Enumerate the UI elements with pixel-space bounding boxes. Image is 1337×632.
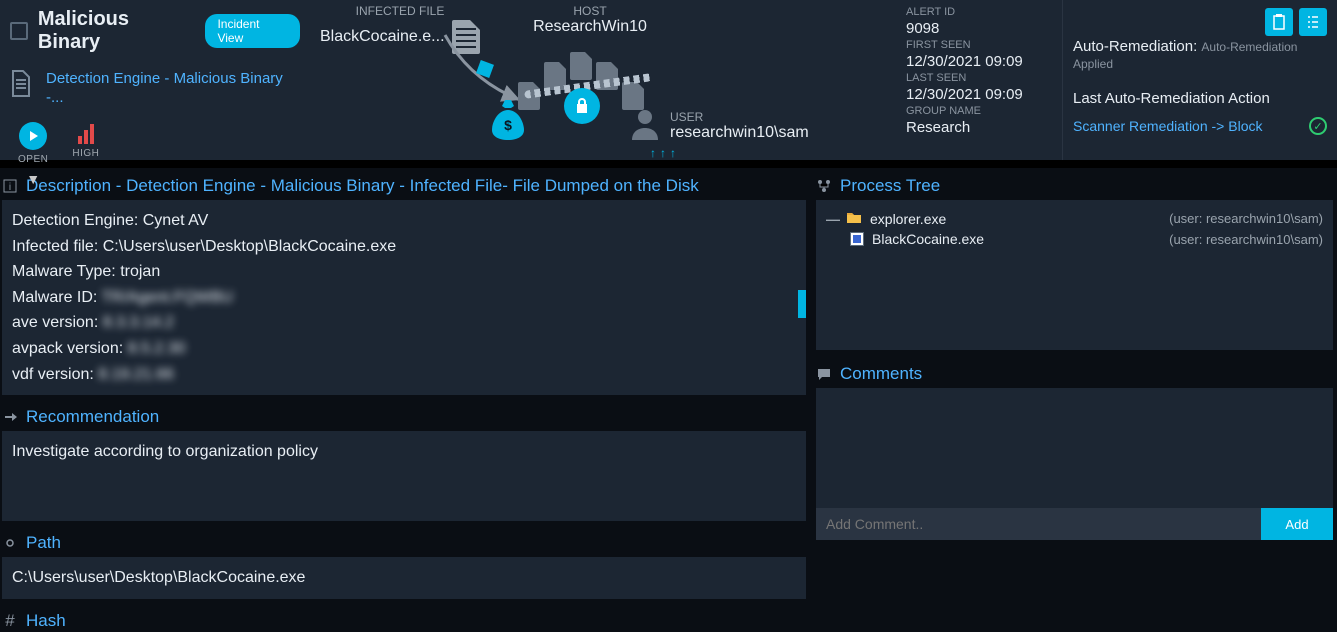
user-node[interactable]: USER researchwin10\sam: [630, 108, 850, 143]
file-name: BlackCocaine.e...: [320, 28, 445, 46]
select-checkbox[interactable]: [10, 22, 28, 40]
remediation-panel: Auto-Remediation: Auto-Remediation Appli…: [1062, 0, 1337, 160]
remediation-title: Auto-Remediation: Auto-Remediation Appli…: [1073, 38, 1327, 72]
group-value: Research: [906, 119, 1058, 136]
desc-line: vdf version:: [12, 366, 94, 383]
desc-line: ave version:: [12, 314, 98, 331]
process-name: explorer.exe: [870, 211, 946, 227]
collapse-toggle[interactable]: —: [826, 211, 838, 227]
play-button[interactable]: [19, 122, 47, 150]
host-name: ResearchWin10: [510, 18, 670, 36]
recommendation-text: Investigate according to organization po…: [12, 439, 796, 465]
details-column: i Description - Detection Engine - Malic…: [0, 168, 810, 632]
user-label: USER: [670, 110, 809, 124]
host-label: HOST: [510, 4, 670, 18]
alert-meta: ALERT ID 9098 FIRST SEEN 12/30/2021 09:0…: [902, 0, 1062, 160]
link-icon: [2, 536, 18, 550]
comments-panel: Comments Add: [816, 362, 1333, 540]
path-title: Path: [26, 533, 61, 553]
last-seen-label: LAST SEEN: [906, 72, 1058, 84]
list-button[interactable]: [1299, 8, 1327, 36]
lock-icon: [564, 88, 600, 124]
relationship-graph: INFECTED FILE BlackCocaine.e... HOST Res…: [310, 0, 902, 160]
comment-icon: [816, 367, 832, 381]
process-tree-title: Process Tree: [840, 176, 940, 196]
alert-title: Malicious Binary: [38, 8, 196, 54]
path-panel: Path C:\Users\user\Desktop\BlackCocaine.…: [2, 531, 806, 599]
user-name: researchwin10\sam: [670, 124, 809, 142]
hash-panel: # Hash 41F533F7B8F83E5F0D67E90C7B38D1FDC…: [2, 609, 806, 632]
document-icon: [10, 70, 32, 101]
group-label: GROUP NAME: [906, 105, 1058, 117]
chevron-down-icon[interactable]: ▼: [26, 171, 40, 187]
status-label: OPEN: [18, 154, 48, 165]
header-left: Malicious Binary Incident View Detection…: [0, 0, 310, 160]
desc-line: Malware ID:: [12, 289, 97, 306]
clipboard-button[interactable]: [1265, 8, 1293, 36]
process-name: BlackCocaine.exe: [872, 231, 984, 247]
path-body: C:\Users\user\Desktop\BlackCocaine.exe: [2, 557, 806, 599]
file-label: INFECTED FILE: [320, 4, 480, 18]
hash-icon: #: [2, 611, 18, 631]
alert-id-value: 9098: [906, 20, 1058, 37]
folder-icon: [846, 210, 862, 227]
severity-icon: [78, 122, 94, 144]
side-column: Process Tree — explorer.exe (user: resea…: [810, 168, 1337, 632]
recommendation-body: Investigate according to organization po…: [2, 431, 806, 521]
desc-line: Infected file: C:\Users\user\Desktop\Bla…: [12, 234, 796, 260]
remediation-link[interactable]: Scanner Remediation -> Block ✓: [1073, 117, 1327, 135]
tree-icon: [816, 179, 832, 193]
add-comment-button[interactable]: Add: [1261, 508, 1333, 540]
first-seen-label: FIRST SEEN: [906, 39, 1058, 51]
desc-line: Malware Type: trojan: [12, 259, 796, 285]
arrow-icon: [2, 410, 18, 424]
incident-view-badge[interactable]: Incident View: [205, 14, 300, 48]
moneybag-icon: $: [490, 100, 526, 150]
description-body: Detection Engine: Cynet AV Infected file…: [2, 200, 806, 395]
recommendation-title: Recommendation: [26, 407, 159, 427]
description-panel: i Description - Detection Engine - Malic…: [2, 174, 806, 395]
last-seen-value: 12/30/2021 09:09: [906, 86, 1058, 103]
hash-title: Hash: [26, 611, 66, 631]
process-user: (user: researchwin10\sam): [1169, 211, 1323, 226]
comments-title: Comments: [840, 364, 922, 384]
first-seen-value: 12/30/2021 09:09: [906, 53, 1058, 70]
process-row[interactable]: BlackCocaine.exe (user: researchwin10\sa…: [822, 229, 1327, 249]
collapse-arrows-icon[interactable]: ↑↑↑: [650, 146, 680, 160]
scrollbar-thumb[interactable]: [798, 290, 806, 318]
desc-line: avpack version:: [12, 340, 123, 357]
recommendation-panel: Recommendation Investigate according to …: [2, 405, 806, 521]
remediation-section-title: Last Auto-Remediation Action: [1073, 90, 1327, 107]
comment-input[interactable]: [816, 508, 1261, 540]
process-tree-panel: Process Tree — explorer.exe (user: resea…: [816, 174, 1333, 350]
severity-label: HIGH: [72, 148, 99, 159]
alert-subtitle[interactable]: Detection Engine - Malicious Binary -...: [46, 70, 300, 108]
alert-header: Malicious Binary Incident View Detection…: [0, 0, 1337, 160]
process-row[interactable]: — explorer.exe (user: researchwin10\sam): [822, 208, 1327, 229]
alert-id-label: ALERT ID: [906, 6, 1058, 18]
host-node[interactable]: HOST ResearchWin10: [510, 4, 670, 36]
desc-line: Detection Engine: Cynet AV: [12, 208, 796, 234]
comments-body: [816, 388, 1333, 508]
svg-text:$: $: [504, 117, 512, 133]
check-circle-icon: ✓: [1309, 117, 1327, 135]
process-user: (user: researchwin10\sam): [1169, 232, 1323, 247]
process-tree-body: — explorer.exe (user: researchwin10\sam)…: [816, 200, 1333, 350]
exe-icon: [850, 232, 864, 246]
person-icon: [630, 108, 660, 143]
path-value: C:\Users\user\Desktop\BlackCocaine.exe: [12, 565, 796, 591]
